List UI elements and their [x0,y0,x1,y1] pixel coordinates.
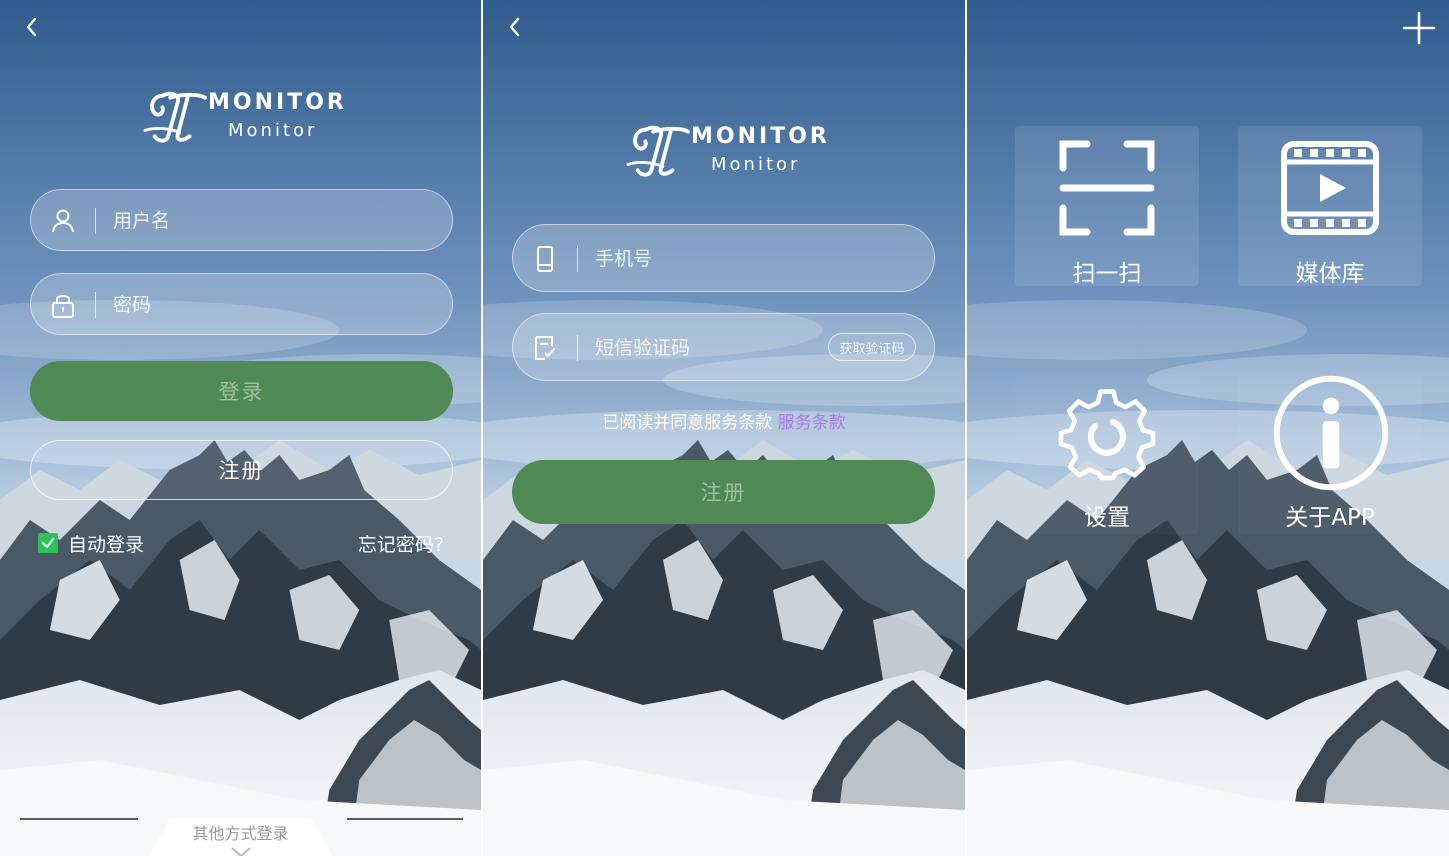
logo-wordmark: MONITOR [691,124,830,149]
check-icon [42,538,54,548]
register-button[interactable]: 注册 [30,440,453,500]
phone-field[interactable] [512,224,935,293]
auto-login-checkbox[interactable] [38,533,58,553]
tile-label: 关于APP [1285,505,1375,531]
tile-scan[interactable]: 扫一扫 [1015,126,1199,287]
phone-input[interactable] [593,225,817,293]
info-icon [1273,375,1389,491]
register-screen: MONITOR Monitor 获取验证码 已阅读并同意服务条款 服务条款 注册 [483,0,965,856]
chevron-left-icon[interactable] [501,12,531,42]
media-library-icon [1281,141,1379,235]
login-button[interactable]: 登录 [30,361,453,421]
password-field[interactable] [30,273,453,336]
sms-check-icon [535,336,556,360]
username-input[interactable] [111,190,335,252]
register-submit-button[interactable]: 注册 [512,460,935,524]
app-logo: MONITOR Monitor [623,122,843,182]
forgot-password-link[interactable]: 忘记密码? [358,530,444,557]
lock-icon [52,295,74,318]
username-field[interactable] [30,189,453,252]
plus-icon[interactable] [1401,10,1437,46]
app-logo: MONITOR Monitor [140,88,360,148]
get-code-button[interactable]: 获取验证码 [828,333,916,361]
logo-subtitle: Monitor [228,120,318,141]
logo-subtitle: Monitor [711,154,801,175]
logo-mark-icon [623,122,693,180]
terms-text: 已阅读并同意服务条款 [602,413,778,433]
sms-code-input[interactable] [593,314,797,382]
other-login-label: 其他方式登录 [192,824,289,843]
tile-label: 媒体库 [1295,261,1365,287]
sms-code-field[interactable]: 获取验证码 [512,313,935,382]
field-divider [577,246,578,272]
tile-settings[interactable]: 设置 [1015,374,1199,534]
user-icon [52,209,74,233]
tile-label: 设置 [1084,505,1130,531]
logo-wordmark: MONITOR [208,90,347,115]
gear-icon [1058,389,1156,481]
password-input[interactable] [111,274,335,336]
terms-link[interactable]: 服务条款 [778,413,846,433]
field-divider [577,335,578,361]
field-divider [95,292,96,318]
scan-icon [1059,140,1155,236]
chevron-left-icon[interactable] [18,12,48,42]
auto-login-label: 自动登录 [68,534,145,556]
login-screen: MONITOR Monitor 登录 注册 自动登录 忘记密码? 其他方式登录 [0,0,481,856]
home-screen: 扫一扫 媒体库 设置 关于APP [967,0,1449,856]
field-divider [95,208,96,234]
terms-agreement: 已阅读并同意服务条款 服务条款 [483,408,965,433]
tile-about-app[interactable]: 关于APP [1238,374,1422,534]
tile-label: 扫一扫 [1072,261,1142,287]
logo-mark-icon [140,88,210,146]
phone-icon [537,246,553,272]
tile-media-library[interactable]: 媒体库 [1238,126,1422,287]
